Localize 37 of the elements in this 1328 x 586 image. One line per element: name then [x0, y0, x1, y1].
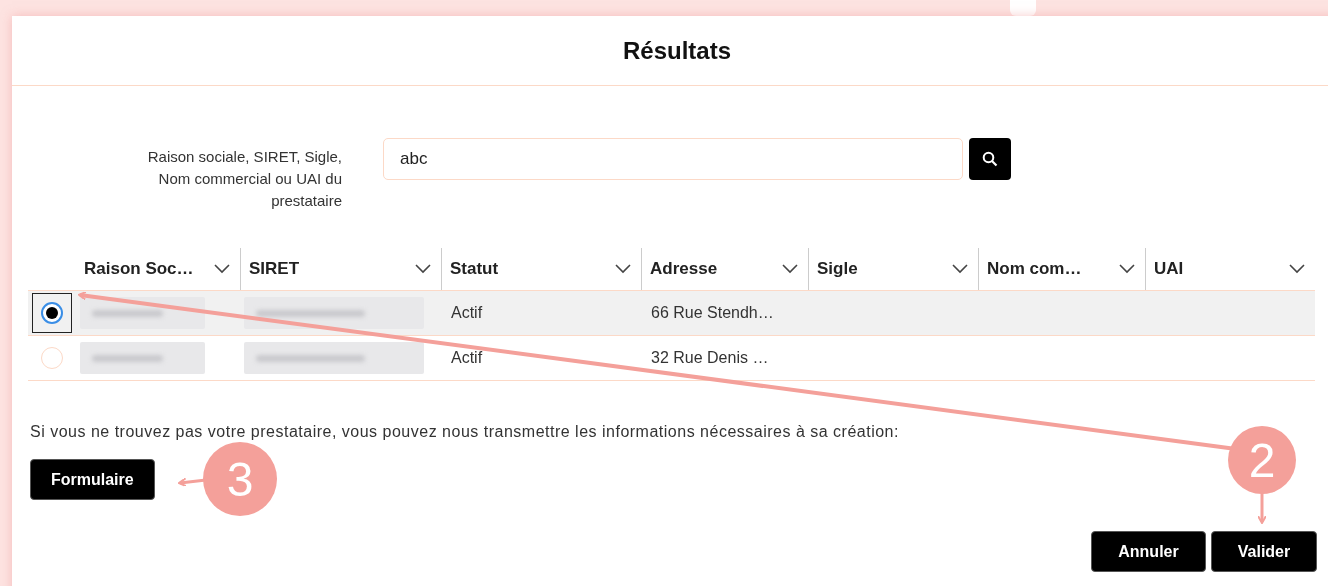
help-message: Si vous ne trouvez pas votre prestataire, vous pouvez nous transmettre les informations nécessaires à sa création: [30, 423, 899, 441]
column-header[interactable]: UAI [1145, 248, 1315, 290]
chevron-down-icon [415, 264, 431, 274]
column-title: SIRET [249, 259, 300, 279]
chevron-down-icon [214, 264, 230, 274]
row-radio[interactable] [41, 302, 63, 324]
column-title: UAI [1154, 259, 1184, 279]
column-title: Nom com… [987, 259, 1082, 279]
table-cell: Actif [451, 304, 483, 322]
column-header[interactable]: Sigle [808, 248, 978, 290]
column-header[interactable]: Adresse [641, 248, 808, 290]
table-cell: 66 Rue Stendh… [651, 304, 774, 322]
chevron-down-icon [1119, 264, 1135, 274]
column-title: Sigle [817, 259, 858, 279]
table-cell: Actif [451, 349, 483, 367]
chevron-down-icon [615, 264, 631, 274]
column-header[interactable]: Statut [441, 248, 641, 290]
column-title: Statut [450, 259, 499, 279]
search-icon [982, 151, 998, 167]
column-header[interactable]: Raison Soc… [76, 248, 240, 290]
chevron-down-icon [1289, 264, 1305, 274]
dialog-title: Résultats [622, 36, 731, 65]
table-row[interactable]: Actif 66 Rue Stendh… [28, 291, 1315, 336]
search-label: Raison sociale, SIRET, Sigle, Nom commercial ou UAI du prestataire [146, 147, 342, 211]
search-button[interactable] [969, 138, 1011, 180]
column-title: Adresse [650, 259, 718, 279]
search-field[interactable]: abc [383, 138, 963, 180]
column-title: Raison Soc… [84, 259, 194, 279]
chevron-down-icon [782, 264, 798, 274]
form-button[interactable]: Formulaire [30, 459, 155, 500]
chevron-down-icon [952, 264, 968, 274]
column-header[interactable]: Nom com… [978, 248, 1145, 290]
annotation-arrow [1257, 492, 1267, 524]
cancel-button[interactable]: Annuler [1091, 531, 1206, 572]
validate-button[interactable]: Valider [1211, 531, 1317, 572]
table-cell: 32 Rue Denis … [651, 349, 769, 367]
column-header[interactable]: SIRET [240, 248, 441, 290]
